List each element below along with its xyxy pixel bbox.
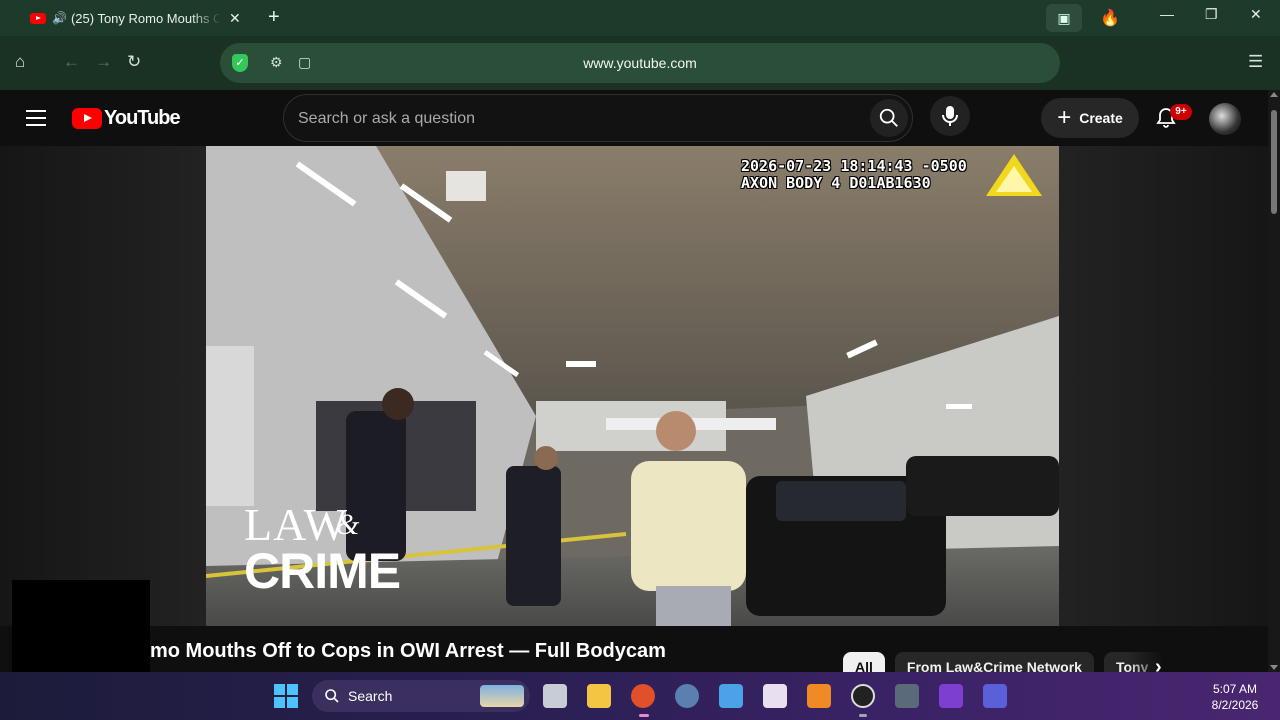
youtube-favicon-icon — [30, 12, 46, 24]
scroll-up-arrow-icon[interactable] — [1270, 92, 1278, 97]
create-label: Create — [1079, 110, 1123, 126]
browser-tab[interactable]: 🔊 (25) Tony Romo Mouths Off to Cops in O… — [22, 4, 258, 32]
minimize-icon[interactable]: — — [1160, 6, 1174, 22]
bodycam-camera-id: AXON BODY 4 D01AB1630 — [741, 174, 931, 192]
browser-tab-bar: 🔊 (25) Tony Romo Mouths Off to Cops in O… — [0, 0, 1280, 36]
side-panel-icon[interactable]: ▣ — [1046, 4, 1082, 32]
search-highlight-image — [480, 685, 524, 707]
settings-icon[interactable] — [675, 684, 699, 708]
voice-search-button[interactable] — [930, 96, 970, 136]
page-scrollbar[interactable] — [1268, 90, 1280, 672]
taskbar-search[interactable]: Search — [312, 680, 530, 712]
browser-menu-icon[interactable]: ☰ — [1248, 52, 1263, 72]
bodycam-timestamp: 2026-07-23 18:14:43 -0500 — [741, 157, 967, 175]
watermark-ampersand: & — [336, 508, 360, 541]
calculator-icon[interactable] — [895, 684, 919, 708]
create-button[interactable]: + Create — [1041, 98, 1139, 138]
file-explorer-icon[interactable] — [587, 684, 611, 708]
paint-icon[interactable] — [763, 684, 787, 708]
obs-running-indicator — [859, 714, 867, 717]
clock-date: 8/2/2026 — [1211, 698, 1259, 712]
windows-start-icon[interactable] — [274, 684, 298, 708]
search-input[interactable] — [298, 107, 858, 131]
video-title: mo Mouths Off to Cops in OWI Arrest — Fu… — [150, 640, 666, 662]
youtube-play-icon — [72, 108, 102, 129]
clipchamp-icon[interactable] — [939, 684, 963, 708]
search-icon — [879, 108, 898, 127]
youtube-header: YouTube + Create 9+ — [0, 90, 1268, 146]
notification-badge: 9+ — [1170, 104, 1192, 120]
miniplayer-overlay — [12, 580, 150, 680]
scroll-down-arrow-icon[interactable] — [1270, 665, 1278, 670]
video-player[interactable]: 2026-07-23 18:14:43 -0500 AXON BODY 4 D0… — [206, 146, 1059, 626]
duckduckgo-browser-icon[interactable] — [631, 684, 655, 708]
restore-icon[interactable]: ❐ — [1205, 6, 1218, 23]
microphone-icon — [942, 106, 958, 126]
plus-icon: + — [1057, 104, 1072, 131]
new-tab-icon[interactable]: + — [268, 6, 280, 29]
active-app-indicator — [639, 714, 649, 717]
watermark-law: LAW — [244, 499, 349, 550]
bodycam-overlay: 2026-07-23 18:14:43 -0500 AXON BODY 4 D0… — [741, 158, 967, 192]
taskbar-search-label: Search — [348, 688, 393, 704]
clock-time: 5:07 AM — [1212, 682, 1258, 696]
url-text[interactable]: www.youtube.com — [220, 55, 1060, 71]
search-box — [283, 94, 913, 142]
notepad-icon[interactable] — [719, 684, 743, 708]
browser-nav-bar: ⌂ ← → ↻ ✓ ⚙ ▢ www.youtube.com ☰ — [0, 36, 1280, 90]
home-icon[interactable]: ⌂ — [15, 52, 25, 72]
windows-taskbar: Search 5:07 AM 8/2/2026 — [0, 672, 1280, 720]
guide-menu-icon[interactable] — [26, 110, 46, 126]
speaker-icon[interactable]: 🔊 — [52, 11, 67, 25]
search-button[interactable] — [870, 99, 908, 137]
address-bar[interactable]: ✓ ⚙ ▢ www.youtube.com — [220, 43, 1060, 83]
account-avatar[interactable] — [1209, 103, 1241, 135]
forward-icon[interactable]: → — [95, 52, 112, 72]
watermark-crime: CRIME — [244, 543, 401, 599]
notes-app-icon[interactable] — [983, 684, 1007, 708]
fire-icon[interactable]: 🔥 — [1100, 8, 1120, 28]
youtube-logo[interactable]: YouTube — [72, 107, 181, 130]
system-clock[interactable]: 5:07 AM 8/2/2026 — [1200, 681, 1270, 713]
scrollbar-thumb[interactable] — [1271, 110, 1277, 214]
obs-studio-icon[interactable] — [851, 684, 875, 708]
back-icon[interactable]: ← — [63, 52, 80, 72]
task-view-icon[interactable] — [543, 684, 567, 708]
law-crime-watermark: LAW & CRIME — [244, 499, 401, 599]
tab-title: (25) Tony Romo Mouths Off to Cops in OWI… — [70, 10, 221, 26]
close-tab-icon[interactable]: ✕ — [229, 10, 241, 27]
close-window-icon[interactable]: ✕ — [1250, 6, 1262, 23]
youtube-wordmark: YouTube — [104, 107, 181, 129]
fl-studio-icon[interactable] — [807, 684, 831, 708]
reload-icon[interactable]: ↻ — [127, 52, 141, 72]
search-icon — [325, 689, 339, 703]
